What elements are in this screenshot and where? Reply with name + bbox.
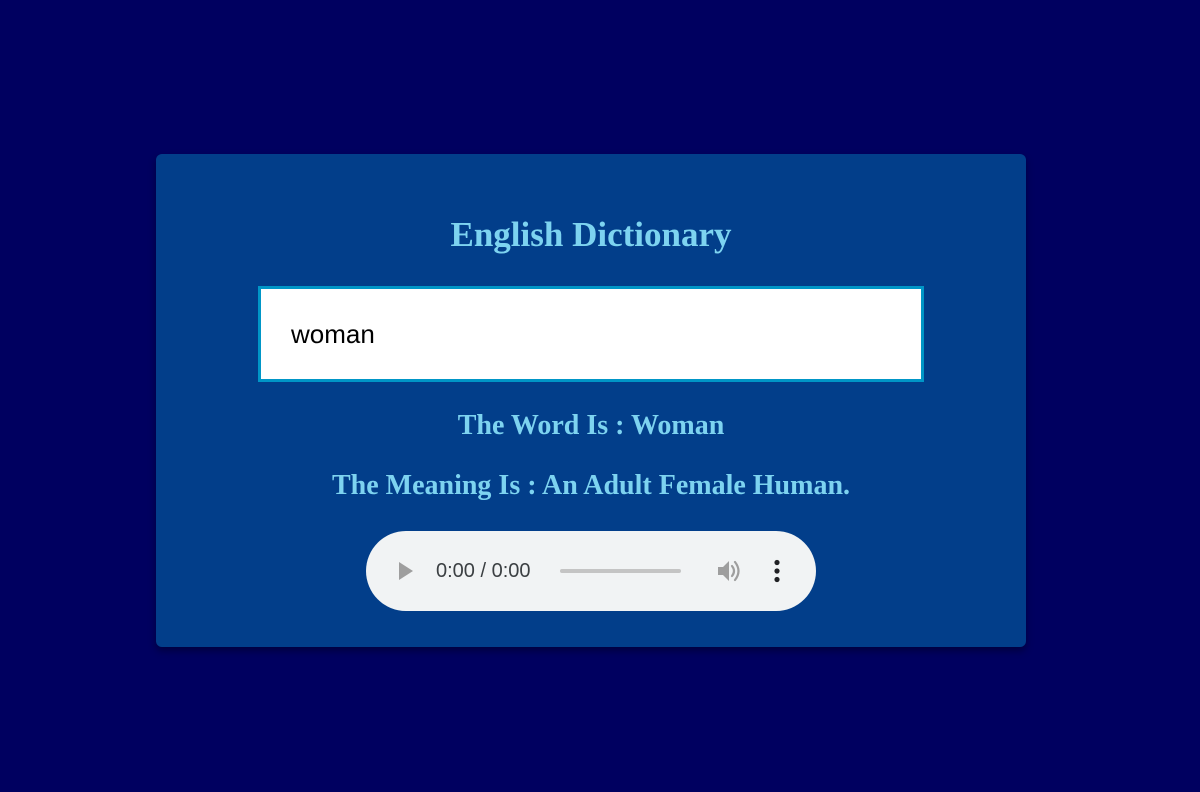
play-icon[interactable] [399, 562, 413, 580]
meaning-result: The Meaning Is : An Adult Female Human. [331, 470, 851, 501]
audio-player: 0:00 / 0:00 [366, 531, 816, 611]
progress-slider[interactable] [560, 569, 681, 573]
word-result: The Word Is : Woman [457, 410, 725, 441]
volume-icon[interactable] [716, 559, 742, 583]
page-title: English Dictionary [450, 215, 732, 254]
more-vert-icon[interactable] [770, 559, 784, 583]
time-display: 0:00 / 0:00 [436, 560, 531, 582]
search-input[interactable] [258, 286, 924, 382]
